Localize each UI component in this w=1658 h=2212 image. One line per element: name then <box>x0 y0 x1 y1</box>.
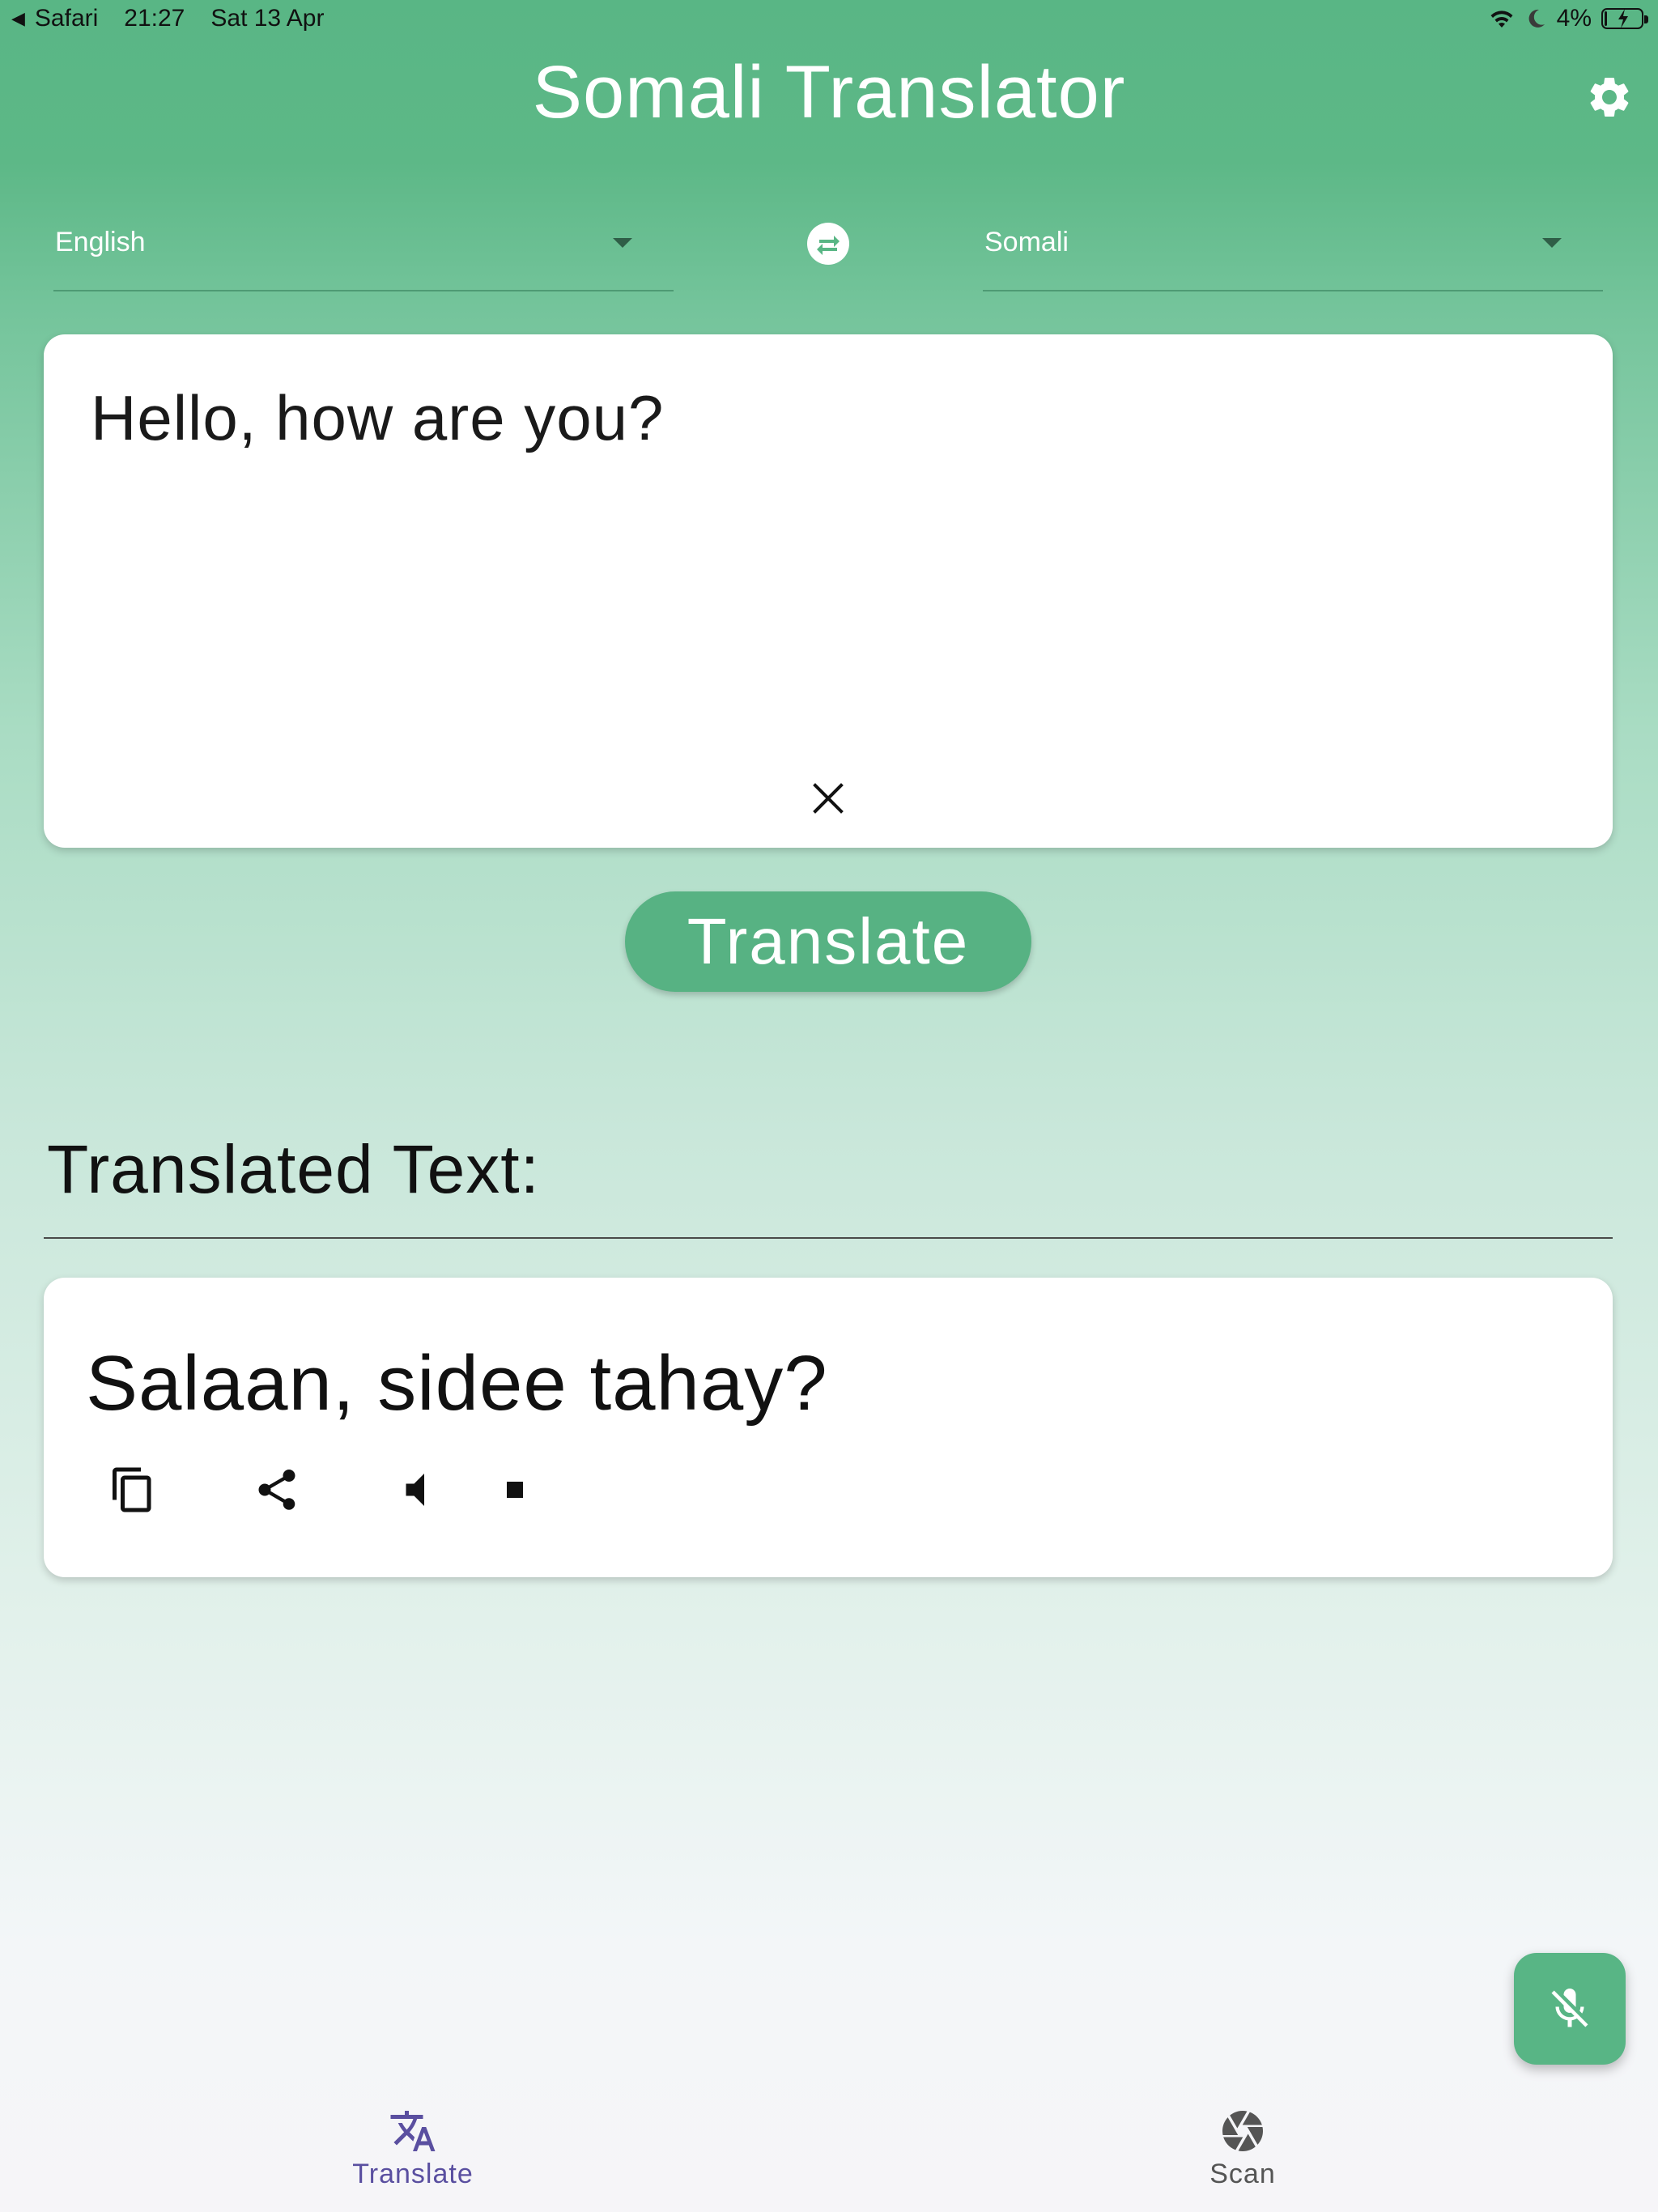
translated-text: Salaan, sidee tahay? <box>86 1340 828 1427</box>
share-icon <box>258 1470 295 1510</box>
divider <box>44 1237 1613 1239</box>
status-bar: ◀ Safari 21:27 Sat 13 Apr 4% <box>0 0 1658 39</box>
wifi-icon <box>1490 11 1513 28</box>
nav-label-translate: Translate <box>352 2159 474 2189</box>
status-right: 4% <box>1487 5 1648 32</box>
battery-icon <box>1601 8 1648 29</box>
app-title: Somali Translator <box>532 51 1126 134</box>
speak-button[interactable] <box>392 1465 440 1514</box>
nav-item-scan[interactable]: Scan <box>1081 2089 1405 2190</box>
camera-shutter-icon <box>1222 2111 1263 2151</box>
source-language-dropdown[interactable]: English <box>53 202 674 291</box>
caret-down-icon <box>613 238 632 248</box>
translate-icon <box>390 2111 436 2151</box>
close-icon <box>813 783 844 814</box>
gear-icon <box>1590 77 1629 117</box>
status-date: Sat 13 Apr <box>210 5 325 32</box>
caret-down-icon <box>1542 238 1562 248</box>
copy-button[interactable] <box>108 1465 157 1514</box>
nav-item-translate[interactable]: Translate <box>251 2089 575 2190</box>
battery-percent: 4% <box>1556 5 1592 32</box>
swap-languages-button[interactable] <box>806 222 850 266</box>
back-app-label[interactable]: Safari <box>35 5 98 32</box>
bottom-navigation: Translate Scan <box>0 2089 1658 2212</box>
translated-text-heading: Translated Text: <box>47 1131 540 1207</box>
moon-icon <box>1528 9 1545 28</box>
target-language-dropdown[interactable]: Somali <box>983 202 1603 291</box>
target-language-label: Somali <box>984 227 1069 257</box>
output-card: Salaan, sidee tahay? <box>44 1278 1613 1577</box>
microphone-button[interactable] <box>1514 1953 1626 2065</box>
source-language-label: English <box>55 227 146 257</box>
translate-button[interactable]: Translate <box>625 891 1031 992</box>
stop-icon <box>507 1482 523 1498</box>
input-textarea[interactable]: Hello, how are you? <box>91 381 664 455</box>
status-time: 21:27 <box>124 5 185 32</box>
nav-label-scan: Scan <box>1209 2159 1276 2189</box>
swap-icon <box>807 223 849 265</box>
mic-off-icon <box>1551 1989 1588 2027</box>
back-arrow-icon[interactable]: ◀ <box>11 8 25 29</box>
volume-icon <box>406 1474 424 1506</box>
input-card: Hello, how are you? <box>44 334 1613 848</box>
settings-button[interactable] <box>1585 73 1634 121</box>
clear-input-button[interactable] <box>808 778 848 819</box>
copy-icon <box>113 1467 151 1512</box>
status-left: ◀ Safari 21:27 Sat 13 Apr <box>11 5 324 32</box>
share-button[interactable] <box>253 1465 301 1514</box>
stop-button[interactable] <box>491 1465 539 1514</box>
